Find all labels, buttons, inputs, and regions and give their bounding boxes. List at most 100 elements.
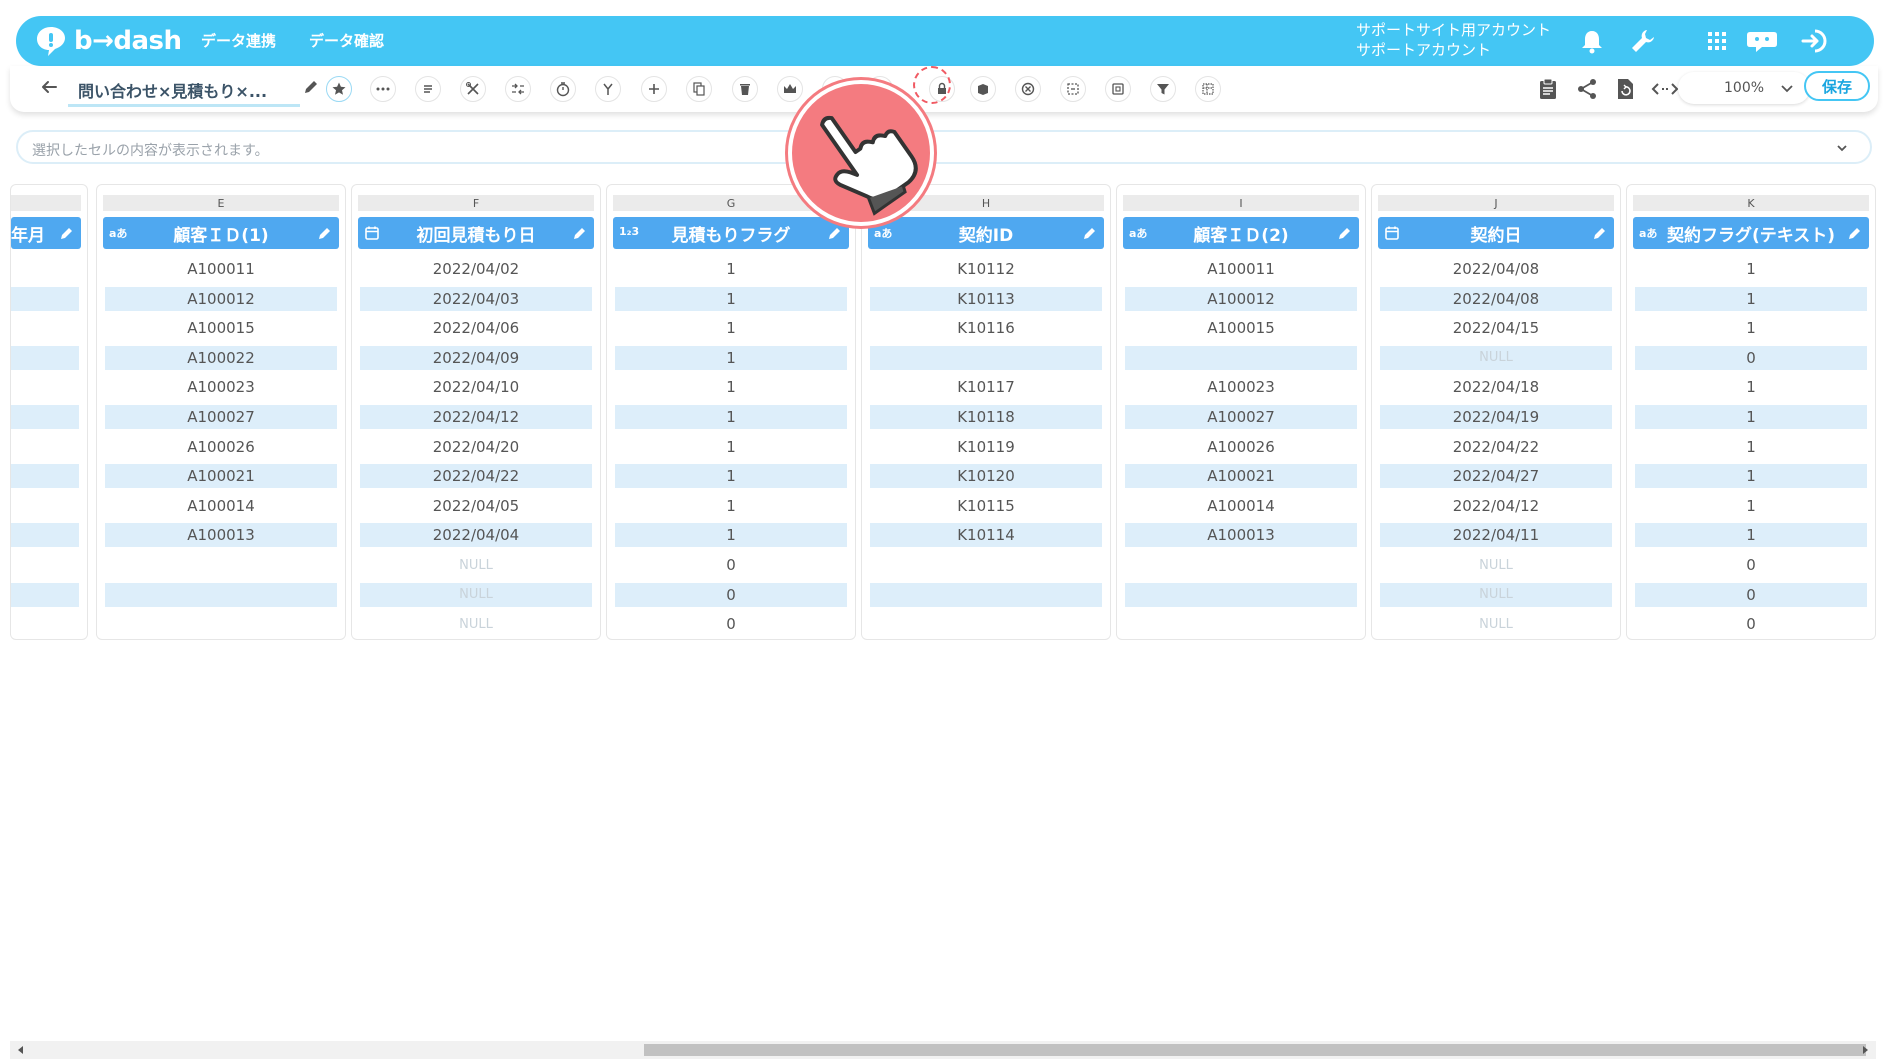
more-options-button[interactable] — [370, 76, 396, 102]
save-button[interactable]: 保存 — [1804, 71, 1870, 101]
table-cell[interactable]: 2022/04/02 — [360, 257, 592, 281]
column-letter[interactable]: J — [1378, 195, 1614, 211]
table-cell[interactable]: NULL — [1380, 612, 1612, 636]
table-cell[interactable]: NULL — [1380, 582, 1612, 607]
table-cell[interactable]: A100021 — [1125, 464, 1357, 489]
scrollbar-thumb[interactable] — [644, 1044, 1866, 1056]
edit-column-pencil-icon[interactable] — [1082, 225, 1098, 241]
frame-button[interactable] — [1105, 76, 1131, 102]
share-icon[interactable] — [1574, 76, 1600, 102]
bell-icon[interactable] — [1577, 26, 1607, 56]
table-cell[interactable] — [870, 612, 1102, 636]
table-cell[interactable]: A100013 — [1125, 523, 1357, 548]
column-letter[interactable]: F — [358, 195, 594, 211]
column-header-partial[interactable]: 年月 — [11, 217, 81, 249]
table-cell[interactable]: K10114 — [870, 523, 1102, 548]
support-chat-icon[interactable] — [1744, 26, 1780, 56]
lines-button[interactable] — [415, 76, 441, 102]
account-info[interactable]: サポートサイト用アカウント サポートアカウント — [1356, 20, 1576, 60]
table-cell[interactable]: 0 — [615, 582, 847, 607]
table-cell[interactable]: 1 — [1635, 523, 1867, 548]
edit-column-pencil-icon[interactable] — [1592, 225, 1608, 241]
table-cell[interactable] — [1125, 582, 1357, 607]
table-cell[interactable] — [105, 553, 337, 577]
table-cell[interactable]: A100011 — [1125, 257, 1357, 281]
add-button[interactable] — [641, 76, 667, 102]
filter-button[interactable] — [1150, 76, 1176, 102]
table-cell[interactable] — [11, 345, 79, 370]
edit-column-pencil-icon[interactable] — [1337, 225, 1353, 241]
table-cell[interactable] — [1125, 612, 1357, 636]
table-cell[interactable]: 0 — [1635, 553, 1867, 577]
table-cell[interactable]: 1 — [1635, 286, 1867, 311]
branch-button[interactable] — [595, 76, 621, 102]
table-cell[interactable]: 0 — [615, 612, 847, 636]
bdash-logo[interactable]: b→dash — [34, 24, 182, 58]
refresh-file-icon[interactable] — [1612, 76, 1638, 102]
column-header[interactable]: 初回見積もり日 — [358, 217, 594, 249]
table-cell[interactable]: 1 — [1635, 494, 1867, 518]
cell-content-bar[interactable]: 選択したセルの内容が表示されます。 — [16, 130, 1872, 164]
clear-button[interactable] — [1015, 76, 1041, 102]
merge-columns-button[interactable] — [505, 76, 531, 102]
table-cell[interactable]: 2022/04/20 — [360, 435, 592, 459]
table-cell[interactable]: 0 — [1635, 612, 1867, 636]
table-cell[interactable]: 1 — [1635, 435, 1867, 459]
table-cell[interactable]: K10112 — [870, 257, 1102, 281]
table-cell[interactable]: A100022 — [105, 345, 337, 370]
table-cell[interactable]: 2022/04/06 — [360, 316, 592, 340]
table-cell[interactable]: 1 — [1635, 375, 1867, 399]
replace-button[interactable] — [1060, 76, 1086, 102]
table-cell[interactable]: 1 — [615, 464, 847, 489]
table-cell[interactable]: A100015 — [1125, 316, 1357, 340]
table-cell[interactable] — [870, 345, 1102, 370]
table-cell[interactable] — [1125, 553, 1357, 577]
chevron-down-icon[interactable] — [1834, 140, 1850, 156]
table-cell[interactable] — [11, 464, 79, 489]
table-cell[interactable]: K10118 — [870, 405, 1102, 429]
table-cell[interactable]: 2022/04/27 — [1380, 464, 1612, 489]
copy-button[interactable] — [686, 76, 712, 102]
table-cell[interactable]: 2022/04/03 — [360, 286, 592, 311]
table-cell[interactable]: A100021 — [105, 464, 337, 489]
table-cell[interactable] — [11, 523, 79, 548]
scroll-right-arrow-icon[interactable] — [1860, 1045, 1870, 1055]
nav-data-check[interactable]: データ確認 — [309, 30, 384, 51]
apps-grid-icon[interactable] — [1702, 26, 1732, 56]
table-cell[interactable]: 2022/04/18 — [1380, 375, 1612, 399]
table-cell[interactable]: K10113 — [870, 286, 1102, 311]
back-arrow-icon[interactable] — [38, 76, 60, 98]
table-cell[interactable] — [105, 582, 337, 607]
table-cell[interactable] — [1125, 345, 1357, 370]
table-cell[interactable]: K10115 — [870, 494, 1102, 518]
tools-button[interactable] — [460, 76, 486, 102]
column-letter[interactable]: E — [103, 195, 339, 211]
table-cell[interactable]: 2022/04/12 — [1380, 494, 1612, 518]
table-cell[interactable]: NULL — [1380, 345, 1612, 370]
column-header[interactable]: aあ 契約フラグ(テキスト) — [1633, 217, 1869, 249]
logout-icon[interactable] — [1799, 26, 1829, 56]
table-cell[interactable]: A100014 — [105, 494, 337, 518]
table-cell[interactable]: 2022/04/22 — [360, 464, 592, 489]
table-cell[interactable]: 2022/04/08 — [1380, 286, 1612, 311]
table-cell[interactable] — [11, 582, 79, 607]
table-cell[interactable]: K10119 — [870, 435, 1102, 459]
delete-button[interactable] — [732, 76, 758, 102]
horizontal-scrollbar[interactable] — [10, 1041, 1876, 1059]
table-cell[interactable]: A100027 — [1125, 405, 1357, 429]
table-cell[interactable]: 2022/04/15 — [1380, 316, 1612, 340]
table-cell[interactable]: 1 — [615, 286, 847, 311]
table-cell[interactable]: K10117 — [870, 375, 1102, 399]
table-cell[interactable]: NULL — [1380, 553, 1612, 577]
edit-column-pencil-icon[interactable] — [827, 225, 843, 241]
table-cell[interactable]: 2022/04/22 — [1380, 435, 1612, 459]
table-cell[interactable]: NULL — [360, 553, 592, 577]
table-cell[interactable]: A100027 — [105, 405, 337, 429]
table-cell[interactable]: A100015 — [105, 316, 337, 340]
zoom-select[interactable]: 100% — [1678, 72, 1810, 104]
timer-button[interactable] — [550, 76, 576, 102]
table-cell[interactable]: A100012 — [105, 286, 337, 311]
table-cell[interactable]: 2022/04/04 — [360, 523, 592, 548]
table-cell[interactable]: 1 — [1635, 316, 1867, 340]
table-cell[interactable] — [105, 612, 337, 636]
